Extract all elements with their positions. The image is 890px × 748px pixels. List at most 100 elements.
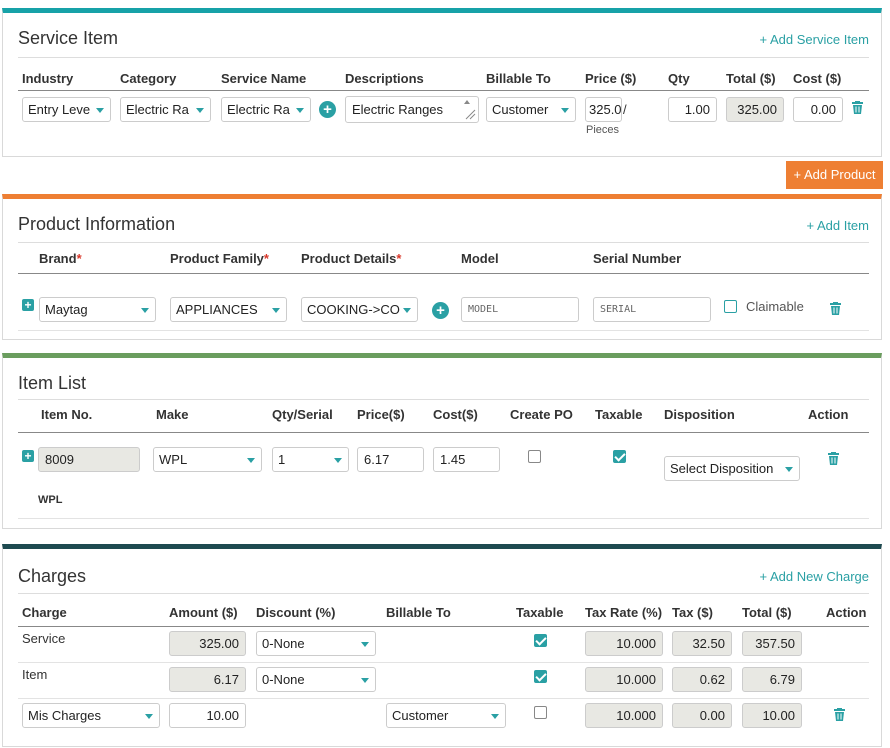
tax-rate-field: 10.000 <box>585 703 663 728</box>
col-cost: Cost ($) <box>793 71 842 86</box>
add-product-details-icon[interactable]: + <box>432 302 449 319</box>
discount-select[interactable]: 0-None <box>256 667 376 692</box>
make-value: WPL <box>159 452 188 467</box>
resize-handle-icon[interactable] <box>464 108 476 120</box>
charge-taxable-checkbox[interactable] <box>534 670 547 683</box>
charge-amount-value: 325.00 <box>199 636 239 651</box>
create-po-checkbox[interactable] <box>528 450 541 463</box>
divider <box>18 57 869 58</box>
col-service-name: Service Name <box>221 71 307 86</box>
charge-taxable-checkbox[interactable] <box>534 706 547 719</box>
discount-value: 0-None <box>262 636 305 651</box>
col-product-details: Product Details* <box>301 251 402 266</box>
col-descriptions: Descriptions <box>345 71 424 86</box>
trash-icon[interactable] <box>828 452 839 465</box>
service-name-select[interactable]: Electric Ra <box>221 97 311 122</box>
make-sub-label: WPL <box>38 494 63 506</box>
charge-name: Item <box>22 667 48 682</box>
col-qty-serial: Qty/Serial <box>272 407 333 422</box>
charge-taxable-checkbox[interactable] <box>534 634 547 647</box>
price-input[interactable]: 325.0 <box>585 97 622 122</box>
billable-to-select[interactable]: Customer <box>486 97 576 122</box>
qty-serial-select[interactable]: 1 <box>272 447 349 472</box>
charge-billable-to-select[interactable]: Customer <box>386 703 506 728</box>
col-action: Action <box>826 605 867 620</box>
charge-billable-to-value: Customer <box>392 708 449 723</box>
chevron-down-icon <box>141 308 149 313</box>
item-list-title: Item List <box>18 373 87 393</box>
item-list-panel: Item List Item No. Make Qty/Serial Price… <box>2 353 882 529</box>
description-textarea[interactable]: Electric Ranges <box>345 96 479 123</box>
product-details-select[interactable]: COOKING->CO <box>301 297 418 322</box>
brand-select[interactable]: Maytag <box>39 297 156 322</box>
product-details-value: COOKING->CO <box>307 302 400 317</box>
trash-icon[interactable] <box>852 101 863 114</box>
industry-select[interactable]: Entry Leve <box>22 97 111 122</box>
charge-type-select[interactable]: Mis Charges <box>22 703 160 728</box>
col-price: Price ($) <box>585 71 637 86</box>
serial-placeholder: SERIAL <box>600 304 637 315</box>
tax-field: 0.00 <box>672 703 732 728</box>
claimable-checkbox[interactable] <box>724 300 737 313</box>
trash-icon[interactable] <box>834 708 845 721</box>
claimable-label: Claimable <box>746 299 804 314</box>
charge-total-field: 357.50 <box>742 631 802 656</box>
col-industry: Industry <box>22 71 74 86</box>
col-tax: Tax ($) <box>672 605 713 620</box>
cost-input[interactable]: 0.00 <box>793 97 843 122</box>
col-amount: Amount ($) <box>169 605 238 620</box>
item-taxable-checkbox[interactable] <box>613 450 626 463</box>
make-select[interactable]: WPL <box>153 447 262 472</box>
item-no-value: 8009 <box>45 452 74 467</box>
model-input[interactable]: MODEL <box>461 297 579 322</box>
expand-item-icon[interactable]: + <box>22 450 34 462</box>
qty-serial-value: 1 <box>278 452 286 467</box>
model-placeholder: MODEL <box>468 304 499 315</box>
discount-select[interactable]: 0-None <box>256 631 376 656</box>
item-no-field: 8009 <box>38 447 140 472</box>
item-cost-value: 1.45 <box>440 452 466 467</box>
col-model: Model <box>461 251 499 266</box>
charge-name: Service <box>22 631 66 646</box>
add-service-item-link[interactable]: + Add Service Item <box>760 32 869 47</box>
header-divider <box>18 273 869 274</box>
tax-rate-value: 10.000 <box>616 672 656 687</box>
row-divider <box>18 518 869 519</box>
divider <box>18 593 869 594</box>
total-field: 325.00 <box>726 97 784 122</box>
add-service-name-icon[interactable]: + <box>319 101 336 118</box>
chevron-down-icon <box>272 308 280 313</box>
qty-input[interactable]: 1.00 <box>668 97 717 122</box>
col-total: Total ($) <box>726 71 776 86</box>
col-price: Price($) <box>357 407 405 422</box>
expand-product-icon[interactable]: + <box>22 299 34 311</box>
add-new-charge-link[interactable]: + Add New Charge <box>760 569 869 584</box>
charge-total-field: 6.79 <box>742 667 802 692</box>
item-cost-input[interactable]: 1.45 <box>433 447 500 472</box>
col-category: Category <box>120 71 177 86</box>
divider <box>18 242 869 243</box>
charge-type-value: Mis Charges <box>28 708 101 723</box>
chevron-down-icon <box>96 108 104 113</box>
item-price-input[interactable]: 6.17 <box>357 447 424 472</box>
col-charge: Charge <box>22 605 67 620</box>
tax-field: 32.50 <box>672 631 732 656</box>
price-unit-slash: / <box>623 102 627 117</box>
disposition-select[interactable]: Select Disposition <box>664 456 800 481</box>
product-information-panel: Product Information + Add Item Brand* Pr… <box>2 194 882 340</box>
charge-amount-input[interactable]: 10.00 <box>169 703 246 728</box>
col-brand: Brand* <box>39 251 82 266</box>
charge-amount-field: 325.00 <box>169 631 246 656</box>
item-price-value: 6.17 <box>364 452 390 467</box>
chevron-down-icon <box>785 467 793 472</box>
product-family-select[interactable]: APPLIANCES <box>170 297 287 322</box>
trash-icon[interactable] <box>830 302 841 315</box>
row-divider <box>18 330 869 331</box>
scroll-up-arrow-icon[interactable] <box>464 100 470 104</box>
category-select[interactable]: Electric Ra <box>120 97 211 122</box>
add-product-button[interactable]: + Add Product <box>786 161 883 189</box>
chevron-down-icon <box>247 458 255 463</box>
brand-value: Maytag <box>45 302 88 317</box>
serial-input[interactable]: SERIAL <box>593 297 711 322</box>
add-item-link[interactable]: + Add Item <box>806 218 869 233</box>
